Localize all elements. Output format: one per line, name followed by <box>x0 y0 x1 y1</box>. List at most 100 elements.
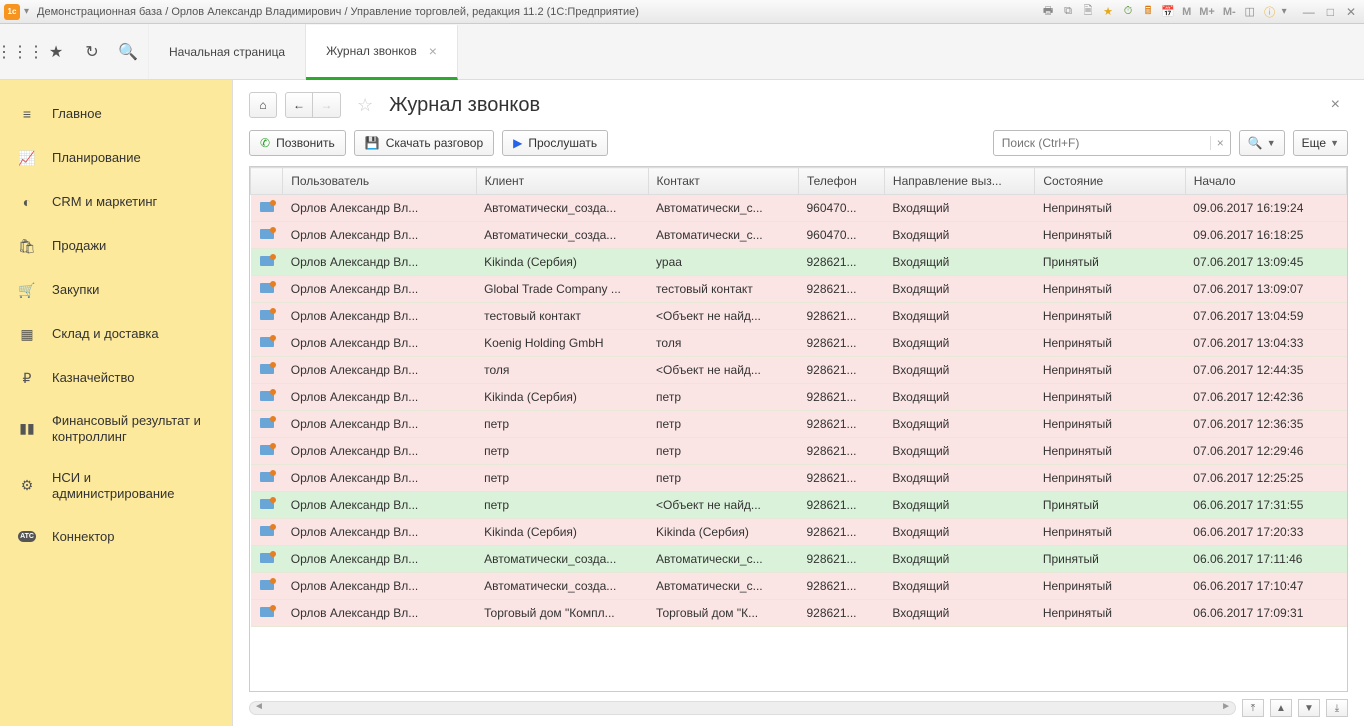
table-row[interactable]: Орлов Александр Вл...Kikinda (Сербия)пет… <box>251 384 1347 411</box>
scroll-up-button[interactable]: ▲ <box>1270 699 1292 717</box>
col-start[interactable]: Начало <box>1185 168 1346 195</box>
listen-button[interactable]: ▶ Прослушать <box>502 130 608 156</box>
table-row[interactable]: Орлов Александр Вл...Global Trade Compan… <box>251 276 1347 303</box>
horizontal-scrollbar[interactable] <box>249 701 1236 715</box>
cell: Koenig Holding GmbH <box>476 330 648 357</box>
tb-info-icon[interactable]: ⓘ <box>1262 4 1278 20</box>
sidebar-item-7[interactable]: ▮▮Финансовый результат и контроллинг <box>0 400 232 457</box>
scroll-bottom-button[interactable]: ⤓ <box>1326 699 1348 717</box>
tb-clock-icon[interactable]: ⏱ <box>1120 4 1136 20</box>
sidebar-item-5[interactable]: ▦Склад и доставка <box>0 312 232 356</box>
page-header: ⌂ ← → ☆ Журнал звонков × <box>233 80 1364 126</box>
cell <box>251 573 283 600</box>
table-row[interactable]: Орлов Александр Вл...петр<Объект не найд… <box>251 492 1347 519</box>
more-button[interactable]: Еще ▼ <box>1293 130 1348 156</box>
call-button[interactable]: ✆ Позвонить <box>249 130 346 156</box>
history-icon[interactable]: ↻ <box>80 40 104 64</box>
call-row-icon <box>260 256 274 266</box>
table-row[interactable]: Орлов Александр Вл...Автоматически_созда… <box>251 195 1347 222</box>
col-client[interactable]: Клиент <box>476 168 648 195</box>
sidebar: ≡Главное📈Планирование◐CRM и маркетинг🛍Пр… <box>0 80 232 726</box>
tab-close-icon[interactable]: × <box>429 43 437 59</box>
table-row[interactable]: Орлов Александр Вл...петрпетр928621...Вх… <box>251 411 1347 438</box>
sidebar-item-9[interactable]: ATCКоннектор <box>0 514 232 558</box>
nav-forward-button[interactable]: → <box>313 92 341 118</box>
search-input[interactable] <box>994 136 1210 150</box>
scroll-down-button[interactable]: ▼ <box>1298 699 1320 717</box>
cell: Орлов Александр Вл... <box>283 465 476 492</box>
toolbar-search-icon[interactable]: 🔍 <box>116 40 140 64</box>
call-row-icon <box>260 229 274 239</box>
tab-call-journal[interactable]: Журнал звонков × <box>306 25 458 80</box>
sidebar-item-3[interactable]: 🛍Продажи <box>0 224 232 268</box>
tb-doc-icon[interactable]: 🗎 <box>1080 4 1096 20</box>
sidebar-item-6[interactable]: ₽Казначейство <box>0 356 232 400</box>
cell: Орлов Александр Вл... <box>283 357 476 384</box>
cell: 960470... <box>798 195 884 222</box>
tb-m-plus[interactable]: M+ <box>1197 6 1217 18</box>
sidebar-item-2[interactable]: ◐CRM и маркетинг <box>0 180 232 224</box>
search-clear-icon[interactable]: × <box>1210 136 1230 150</box>
tb-panel-icon[interactable]: ◫ <box>1242 4 1258 20</box>
col-phone[interactable]: Телефон <box>798 168 884 195</box>
sidebar-item-1[interactable]: 📈Планирование <box>0 136 232 180</box>
scroll-top-button[interactable]: ⤒ <box>1242 699 1264 717</box>
cell: 928621... <box>798 546 884 573</box>
table-row[interactable]: Орлов Александр Вл...Kikinda (Сербия)Kik… <box>251 519 1347 546</box>
table-row[interactable]: Орлов Александр Вл...Koenig Holding GmbH… <box>251 330 1347 357</box>
tb-print-icon[interactable]: 🖶 <box>1040 4 1056 20</box>
cell <box>251 195 283 222</box>
tb-m[interactable]: M <box>1180 6 1193 18</box>
tb-calendar-icon[interactable]: 📅 <box>1160 4 1176 20</box>
col-contact[interactable]: Контакт <box>648 168 798 195</box>
window-minimize-icon[interactable]: — <box>1299 5 1319 19</box>
col-direction[interactable]: Направление выз... <box>884 168 1034 195</box>
tab-start-page[interactable]: Начальная страница <box>149 24 306 79</box>
sidebar-item-8[interactable]: ⚙НСИ и администрирование <box>0 457 232 514</box>
cell: 928621... <box>798 249 884 276</box>
window-maximize-icon[interactable]: □ <box>1323 5 1338 19</box>
home-button[interactable]: ⌂ <box>249 92 277 118</box>
app-drop-icon[interactable]: ▾ <box>24 6 29 17</box>
tb-copy-icon[interactable]: ⧉ <box>1060 4 1076 20</box>
cell: Непринятый <box>1035 276 1185 303</box>
page-close-icon[interactable]: × <box>1323 96 1348 114</box>
col-icon[interactable] <box>251 168 283 195</box>
table-row[interactable]: Орлов Александр Вл...Торговый дом "Компл… <box>251 600 1347 627</box>
tb-calc-icon[interactable]: 🖩 <box>1140 4 1156 20</box>
cell: 928621... <box>798 384 884 411</box>
col-user[interactable]: Пользователь <box>283 168 476 195</box>
table-row[interactable]: Орлов Александр Вл...Автоматически_созда… <box>251 573 1347 600</box>
nav-back-button[interactable]: ← <box>285 92 313 118</box>
search-dropdown-button[interactable]: 🔍 ▼ <box>1239 130 1285 156</box>
cell: 09.06.2017 16:18:25 <box>1185 222 1346 249</box>
grid-container[interactable]: Пользователь Клиент Контакт Телефон Напр… <box>249 166 1348 692</box>
favorite-star-icon[interactable]: ☆ <box>357 95 373 116</box>
sidebar-item-4[interactable]: 🛒Закупки <box>0 268 232 312</box>
cell: Kikinda (Сербия) <box>476 384 648 411</box>
call-row-icon <box>260 283 274 293</box>
sidebar-item-0[interactable]: ≡Главное <box>0 92 232 136</box>
table-row[interactable]: Орлов Александр Вл...Автоматически_созда… <box>251 222 1347 249</box>
cell: Принятый <box>1035 546 1185 573</box>
window-close-icon[interactable]: ✕ <box>1342 5 1360 19</box>
cell: Входящий <box>884 357 1034 384</box>
apps-icon[interactable]: ⋮⋮⋮ <box>8 40 32 64</box>
tb-info-drop-icon[interactable]: ▾ <box>1282 6 1287 17</box>
tb-m-minus[interactable]: M- <box>1221 6 1238 18</box>
cell: Принятый <box>1035 249 1185 276</box>
table-row[interactable]: Орлов Александр Вл...Kikinda (Сербия)ура… <box>251 249 1347 276</box>
cell: Входящий <box>884 411 1034 438</box>
tb-star-icon[interactable]: ★ <box>1100 4 1116 20</box>
cell <box>251 276 283 303</box>
download-button[interactable]: 💾 Скачать разговор <box>354 130 494 156</box>
table-row[interactable]: Орлов Александр Вл...Автоматически_созда… <box>251 546 1347 573</box>
table-row[interactable]: Орлов Александр Вл...тестовый контакт<Об… <box>251 303 1347 330</box>
sidebar-icon: ⚙ <box>18 477 36 495</box>
table-row[interactable]: Орлов Александр Вл...петрпетр928621...Вх… <box>251 438 1347 465</box>
favorites-icon[interactable]: ★ <box>44 40 68 64</box>
cell: Непринятый <box>1035 573 1185 600</box>
col-state[interactable]: Состояние <box>1035 168 1185 195</box>
table-row[interactable]: Орлов Александр Вл...петрпетр928621...Вх… <box>251 465 1347 492</box>
table-row[interactable]: Орлов Александр Вл...толя<Объект не найд… <box>251 357 1347 384</box>
